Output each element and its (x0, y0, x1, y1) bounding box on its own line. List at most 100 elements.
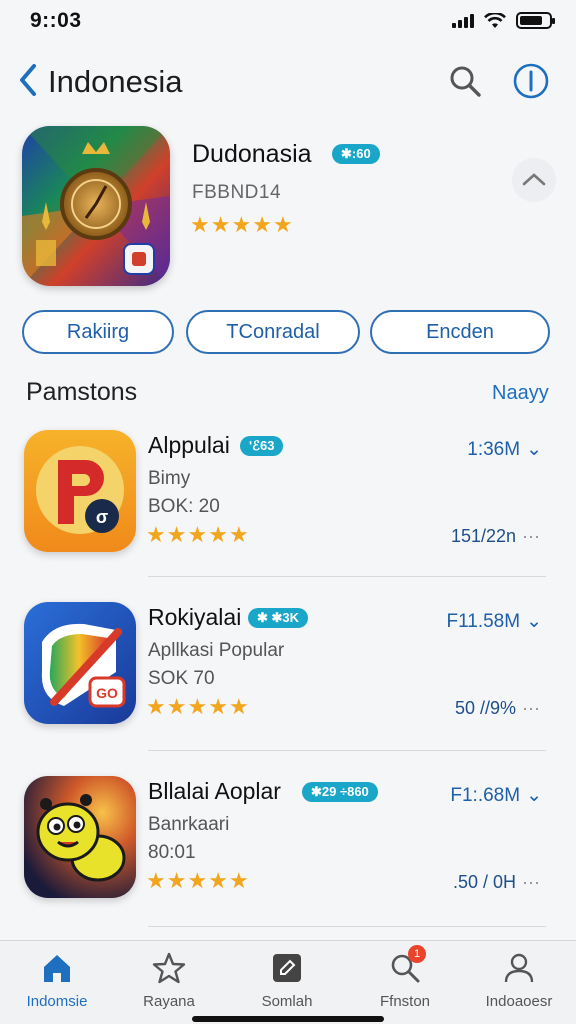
notification-badge: 1 (408, 945, 426, 963)
app-count: .50 / 0H ··· (453, 872, 540, 893)
app-size-button[interactable]: F1:.68M ⌄ (450, 784, 542, 807)
divider (148, 576, 546, 577)
app-icon: σ (24, 430, 136, 552)
tab-profile[interactable]: Indoaoesr (464, 951, 574, 1017)
star-icon: ★ (146, 868, 166, 893)
app-rating: ★ ★ ★ ★ ★ (146, 524, 249, 546)
app-icon: GO (24, 602, 136, 724)
filter-button-recent[interactable]: Encden (370, 310, 550, 354)
star-icon: ★ (210, 212, 231, 237)
app-size: F11.58M (446, 611, 521, 632)
divider (148, 750, 546, 751)
app-icon (24, 776, 136, 898)
star-icon: ★ (228, 868, 249, 893)
tab-edit[interactable]: Somlah (232, 951, 342, 1017)
search-icon: 1 (388, 945, 426, 985)
more-icon[interactable]: ··· (522, 698, 540, 718)
app-subtitle: Bimy (148, 468, 191, 489)
app-list-item[interactable]: Bllalai Aoplar ✱29 ÷860 Banrkaari 80:01 … (22, 776, 552, 902)
app-list-item[interactable]: σ Alppulai ʹℰ63 Bimy BOK: 20 ★ ★ ★ ★ ★ 1:36M… (22, 430, 552, 556)
star-icon: ★ (208, 694, 228, 719)
app-name: Rokiyalai (148, 604, 242, 630)
svg-text:GO: GO (96, 685, 118, 701)
app-count-value: 151/22n (450, 526, 517, 546)
star-icon: ★ (208, 868, 228, 893)
section-title: Pamstons (26, 378, 138, 406)
tab-label: Indoaoesr (485, 993, 553, 1010)
chevron-left-icon[interactable] (16, 62, 40, 98)
star-icon: ★ (252, 212, 272, 237)
app-badge: ʹℰ63 (240, 436, 284, 456)
tab-home[interactable]: Indomsie (2, 951, 112, 1017)
more-icon[interactable]: ··· (522, 526, 540, 546)
chevron-down-icon: ⌄ (526, 785, 542, 806)
app-rating: ★ ★ ★ ★ ★ (146, 870, 249, 892)
app-list-item[interactable]: GO Rokiyalai ✱ ✱3K Apllkasi Popular SOK … (22, 602, 552, 728)
search-icon[interactable] (446, 62, 484, 100)
star-icon: ★ (228, 522, 249, 547)
home-icon (40, 951, 74, 985)
collapse-button[interactable] (512, 158, 556, 202)
star-icon: ★ (166, 868, 187, 893)
featured-app-name: Dudonasia (192, 140, 312, 168)
app-subtitle: Apllkasi Popular (148, 640, 285, 661)
divider (148, 926, 546, 927)
app-badge: ✱29 ÷860 (302, 782, 378, 802)
info-icon[interactable] (512, 62, 550, 100)
app-meta: 80:01 (148, 842, 196, 863)
star-icon: ★ (166, 694, 187, 719)
star-icon: ★ (187, 868, 208, 893)
star-icon: ★ (208, 522, 228, 547)
app-badge: ✱ ✱3K (248, 608, 309, 628)
tab-search[interactable]: 1 Ffnston (350, 945, 460, 1017)
app-count-value: 50 //9% (454, 698, 517, 718)
featured-app-header: Dudonasia ✱:60 FBBND14 ★ ★ ★ ★ ★ (22, 126, 556, 292)
app-meta: SOK 70 (148, 668, 215, 689)
star-icon: ★ (272, 212, 293, 237)
navigation-bar: Indonesia (0, 56, 576, 108)
edit-icon (270, 951, 304, 985)
tab-label: Indomsie (26, 993, 88, 1010)
page-title: Indonesia (48, 64, 183, 99)
star-icon: ★ (228, 694, 249, 719)
star-icon: ★ (187, 522, 208, 547)
app-size: F1:.68M (450, 785, 521, 806)
star-icon (152, 951, 186, 985)
wifi-icon (484, 12, 506, 28)
tab-favorites[interactable]: Rayana (114, 951, 224, 1017)
star-icon: ★ (146, 694, 166, 719)
star-icon: ★ (146, 522, 166, 547)
status-icons (452, 12, 555, 29)
chevron-down-icon: ⌄ (526, 611, 542, 632)
featured-app-rating: ★ ★ ★ ★ ★ (190, 214, 293, 236)
app-subtitle: Banrkaari (148, 814, 230, 835)
star-icon: ★ (190, 212, 210, 237)
app-count: 50 //9% ··· (455, 698, 540, 719)
svg-text:σ: σ (96, 507, 108, 527)
star-icon: ★ (231, 212, 252, 237)
status-time: 9::03 (30, 9, 82, 32)
featured-app-badge: ✱:60 (332, 144, 380, 164)
more-icon[interactable]: ··· (522, 872, 540, 892)
battery-icon (516, 12, 555, 29)
app-count: 151/22n ··· (451, 526, 540, 547)
app-size-button[interactable]: F11.58M ⌄ (447, 610, 543, 633)
filter-button-trending[interactable]: TConradal (186, 310, 360, 354)
tab-bar: Indomsie Rayana Somlah 1 Ffnston Indoaoe… (0, 940, 576, 1024)
app-count-value: .50 / 0H (452, 872, 517, 892)
app-meta: BOK: 20 (148, 496, 220, 517)
tab-label: Somlah (261, 993, 313, 1010)
featured-app-icon[interactable] (22, 126, 170, 286)
star-icon: ★ (166, 522, 187, 547)
app-name: Bllalai Aoplar (148, 778, 281, 804)
see-all-link[interactable]: Naayy (492, 382, 549, 405)
app-rating: ★ ★ ★ ★ ★ (146, 696, 249, 718)
home-indicator (192, 1016, 384, 1022)
status-bar: 9::03 (0, 0, 576, 44)
star-icon: ★ (187, 694, 208, 719)
filter-button-ranking[interactable]: Rakiirg (22, 310, 174, 354)
app-size-button[interactable]: 1:36M ⌄ (467, 438, 542, 461)
tab-label: Rayana (143, 993, 195, 1010)
filter-segment: Rakiirg TConradal Encden (22, 310, 552, 354)
featured-app-developer: FBBND14 (192, 182, 282, 203)
